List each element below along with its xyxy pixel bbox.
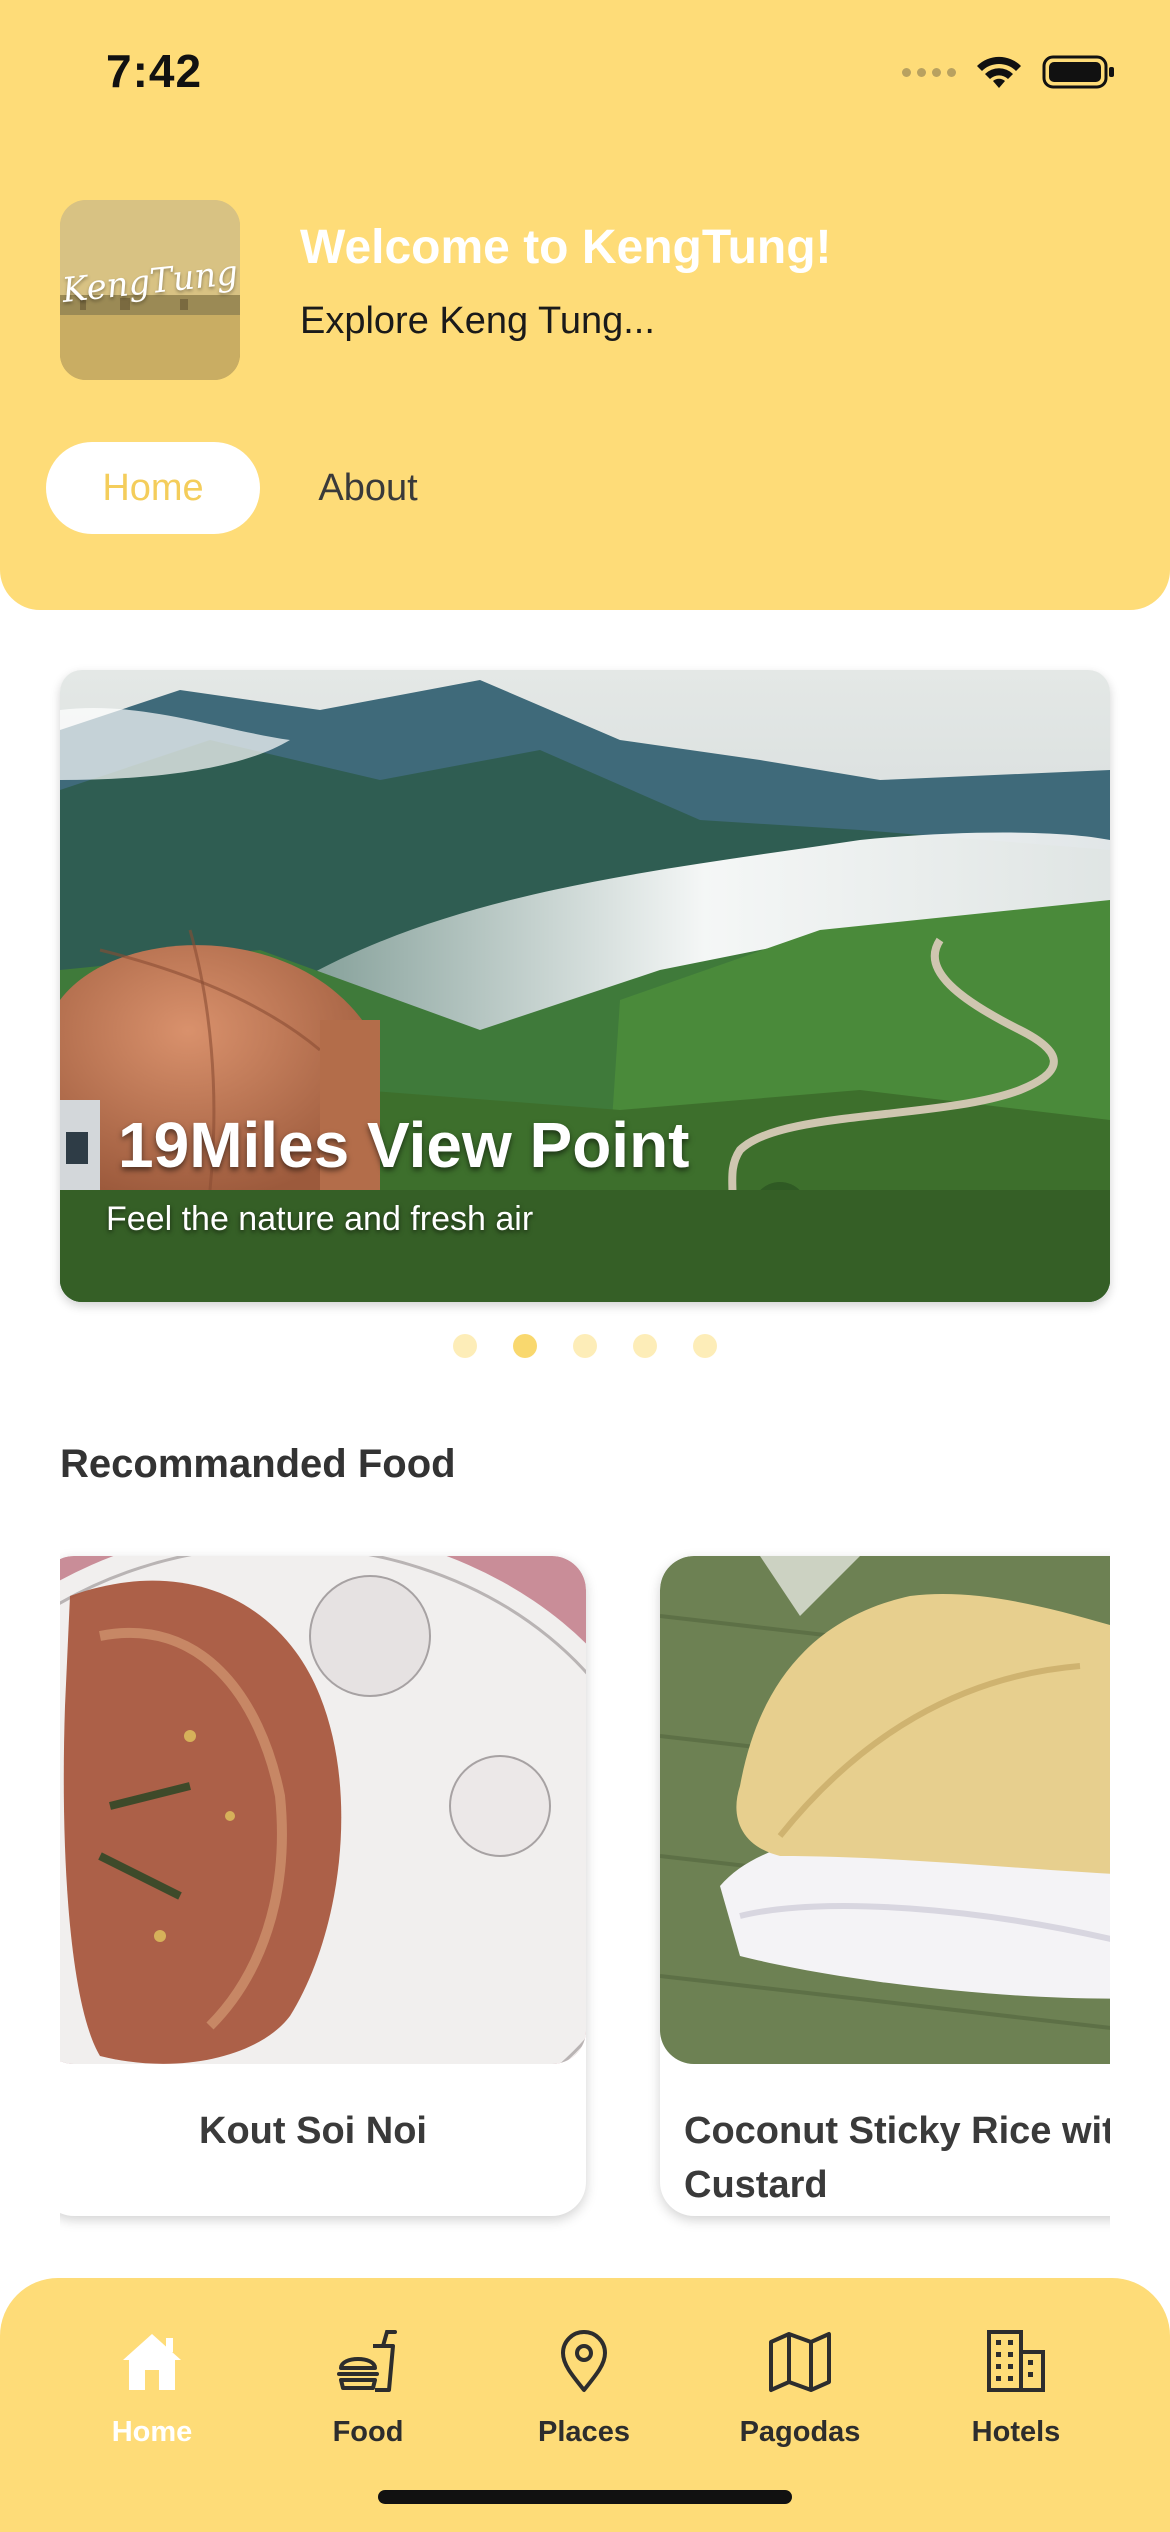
pagination-dot[interactable] xyxy=(453,1334,477,1358)
nav-item-food[interactable]: Food xyxy=(288,2328,448,2449)
welcome-subtitle: Explore Keng Tung... xyxy=(300,300,655,342)
tab-home[interactable]: Home xyxy=(46,442,260,534)
carousel-pagination xyxy=(0,1334,1170,1358)
status-icons xyxy=(902,54,1116,90)
nav-label-places: Places xyxy=(538,2416,630,2448)
nav-item-places[interactable]: Places xyxy=(504,2328,664,2449)
food-card[interactable]: Coconut Sticky Rice with Custard xyxy=(660,1556,1110,2216)
wifi-icon xyxy=(977,56,1021,88)
hero-subtitle: Feel the nature and fresh air xyxy=(106,1200,534,1238)
hero-carousel-slide[interactable]: 19Miles View Point Feel the nature and f… xyxy=(60,670,1110,1302)
nav-item-hotels[interactable]: Hotels xyxy=(936,2328,1096,2449)
food-image xyxy=(60,1556,586,2064)
hero-title: 19Miles View Point xyxy=(118,1109,690,1181)
welcome-title: Welcome to KengTung! xyxy=(300,221,832,274)
pagination-dot[interactable] xyxy=(573,1334,597,1358)
pagination-dot-active[interactable] xyxy=(513,1334,537,1358)
food-name: Kout Soi Noi xyxy=(199,2110,427,2152)
home-icon xyxy=(123,2334,181,2390)
nav-label-food: Food xyxy=(332,2416,404,2448)
nav-label-pagodas: Pagodas xyxy=(739,2416,861,2448)
cellular-signal-icon xyxy=(902,67,956,77)
pagination-dot[interactable] xyxy=(693,1334,717,1358)
tab-about[interactable]: About xyxy=(288,442,448,534)
food-card[interactable]: Kout Soi Noi xyxy=(60,1556,586,2216)
food-carousel[interactable]: Kout Soi Noi Coconut Sticky Rice with Cu… xyxy=(60,1548,1110,2238)
section-title-food: Recommanded Food xyxy=(60,1442,456,1486)
food-image xyxy=(660,1556,1110,2064)
location-pin-icon xyxy=(561,2330,607,2392)
food-name: Coconut Sticky Rice with Custard xyxy=(684,2110,1110,2206)
nav-item-pagodas[interactable]: Pagodas xyxy=(720,2328,880,2449)
food-icon xyxy=(337,2330,397,2392)
status-time: 7:42 xyxy=(106,45,203,97)
nav-label-hotels: Hotels xyxy=(971,2416,1061,2448)
home-indicator xyxy=(378,2490,792,2504)
building-icon xyxy=(987,2330,1045,2392)
status-bar: 7:42 xyxy=(0,0,1170,140)
pagination-dot[interactable] xyxy=(633,1334,657,1358)
nav-label-home: Home xyxy=(111,2416,193,2448)
battery-icon xyxy=(1042,55,1114,89)
app-logo: KengTung xyxy=(60,200,240,380)
map-icon xyxy=(769,2332,831,2392)
nav-item-home[interactable]: Home xyxy=(72,2328,232,2449)
